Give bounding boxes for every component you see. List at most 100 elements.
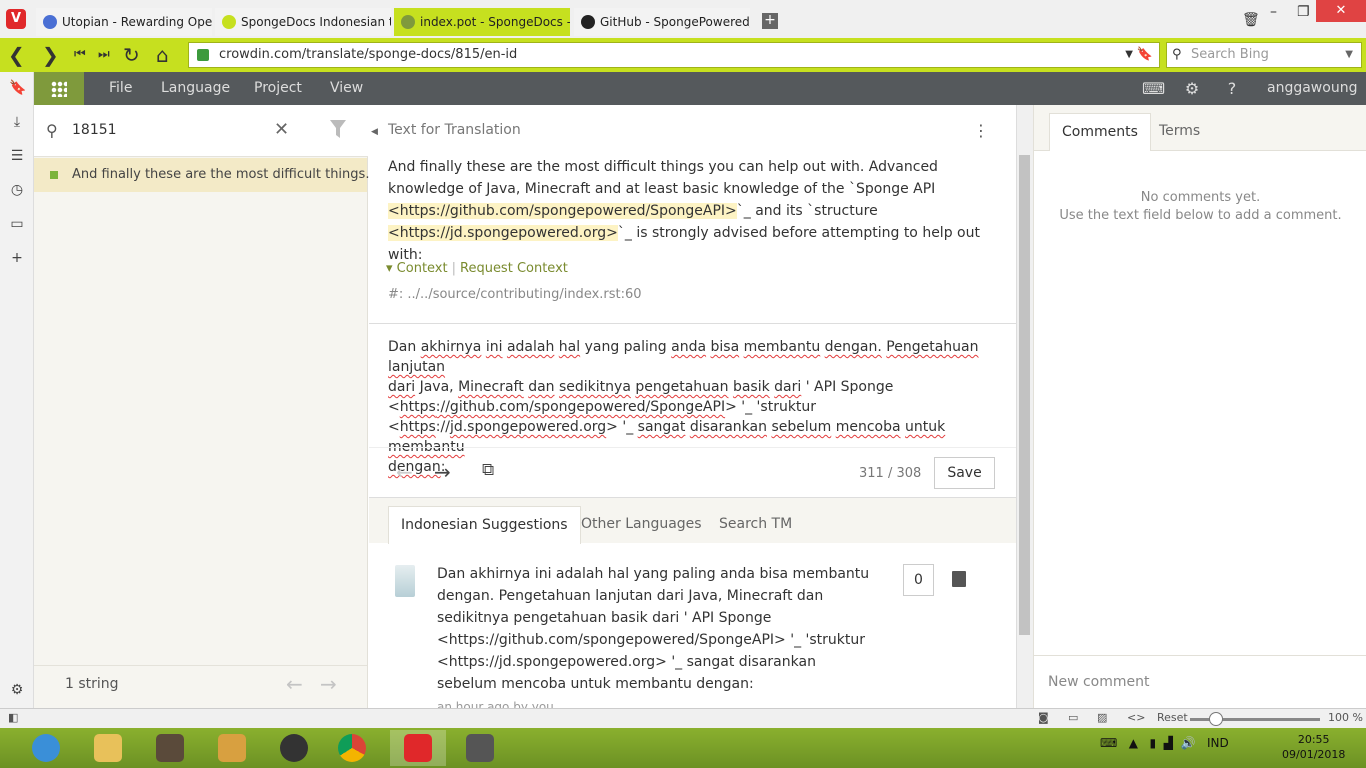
chevron-down-icon[interactable]: ▼	[1345, 43, 1353, 67]
scrollbar-thumb[interactable]	[1019, 155, 1030, 635]
rewind-icon[interactable]: ⏮	[74, 43, 86, 67]
notes-panel-icon[interactable]: ☰	[9, 148, 25, 164]
editor-scrollbar[interactable]	[1016, 105, 1033, 708]
tiling-icon[interactable]: ▭	[1068, 711, 1078, 724]
save-button[interactable]: Save	[934, 457, 995, 489]
tab-search-tm[interactable]: Search TM	[707, 506, 804, 544]
browser-status-bar: ◧ ◙ ▭ ▨ <> Reset 100 %	[0, 708, 1366, 728]
clock-date: 09/01/2018	[1282, 748, 1346, 761]
battery-icon[interactable]: ▮	[1149, 736, 1156, 750]
taskbar-clock[interactable]: 20:55 09/01/2018	[1282, 732, 1345, 762]
comments-panel: Comments Terms No comments yet. Use the …	[1033, 105, 1366, 708]
arrow-left-icon[interactable]: ←	[286, 672, 303, 696]
close-icon[interactable]: ✕	[274, 119, 289, 140]
chrome-taskbar-button[interactable]	[324, 730, 380, 766]
vote-count[interactable]: 0	[903, 564, 934, 596]
keyboard-icon[interactable]: ⌨	[1100, 736, 1117, 750]
collapse-left-icon[interactable]: ◀	[371, 127, 378, 137]
apps-grid-button[interactable]	[34, 72, 84, 105]
trash-icon[interactable]: 🗑	[1242, 12, 1260, 28]
tab-terms[interactable]: Terms	[1147, 113, 1212, 151]
source-text-part: And finally these are the most difficult…	[388, 159, 938, 197]
network-icon[interactable]: ▟	[1164, 736, 1173, 750]
document-app-taskbar-button[interactable]	[142, 730, 198, 766]
keyboard-icon[interactable]: ⌨	[1142, 79, 1165, 99]
settings-gear-icon[interactable]: ⚙	[9, 682, 25, 698]
tab-comments[interactable]: Comments	[1049, 113, 1151, 151]
browser-tab-utopian[interactable]: Utopian - Rewarding Open S	[36, 8, 212, 36]
chevron-up-icon[interactable]: ▲	[1129, 736, 1138, 750]
previous-string-icon[interactable]: ←	[396, 460, 413, 484]
downloads-panel-icon[interactable]: ⤓	[9, 114, 25, 130]
search-engine-field[interactable]: ⚲ Search Bing ▼	[1166, 42, 1362, 68]
browser-tab-index-pot[interactable]: index.pot - SpongeDocs - Cr	[394, 8, 570, 36]
new-tab-button[interactable]: +	[762, 13, 778, 29]
browser-tab-github[interactable]: GitHub - SpongePowered/Sp	[574, 8, 750, 36]
volume-icon[interactable]: 🔊	[1181, 736, 1196, 750]
media-app-taskbar-button[interactable]	[204, 730, 260, 766]
minimize-window-button[interactable]: –	[1270, 4, 1277, 20]
url-text: crowdin.com/translate/sponge-docs/815/en…	[219, 47, 518, 62]
gear-icon[interactable]: ⚙	[1182, 79, 1202, 99]
editor-toolbar: ← → ⧉ 311 / 308 Save	[369, 447, 1016, 497]
tab-indonesian-suggestions[interactable]: Indonesian Suggestions	[388, 506, 581, 544]
code-icon[interactable]: <>	[1127, 711, 1145, 724]
menu-file[interactable]: File	[109, 72, 132, 105]
help-icon[interactable]: ?	[1222, 79, 1242, 99]
menu-view[interactable]: View	[330, 72, 363, 105]
panel-toggle-icon[interactable]: ◧	[8, 711, 18, 724]
crowdin-app-taskbar-button[interactable]	[452, 730, 508, 766]
bookmark-icon[interactable]: 🔖	[1137, 43, 1153, 67]
bookmarks-panel-icon[interactable]: 🔖	[9, 80, 26, 96]
copy-source-icon[interactable]: ⧉	[482, 460, 494, 480]
fast-forward-icon[interactable]: ⏭	[98, 43, 110, 67]
context-toggle[interactable]: Context	[397, 261, 448, 276]
add-panel-icon[interactable]: +	[9, 250, 25, 266]
system-tray: ⌨ ▲ ▮ ▟ 🔊 IND	[1100, 736, 1229, 750]
chevron-down-icon[interactable]: ▼	[1125, 43, 1133, 67]
menu-language[interactable]: Language	[161, 72, 230, 105]
internet-explorer-taskbar-button[interactable]	[18, 730, 74, 766]
suggestion-item[interactable]: Dan akhirnya ini adalah hal yang paling …	[369, 543, 1016, 708]
search-icon: ⚲	[46, 121, 58, 140]
file-explorer-taskbar-button[interactable]	[80, 730, 136, 766]
list-item[interactable]: And finally these are the most difficult…	[34, 158, 378, 192]
new-comment-field[interactable]: New comment	[1034, 655, 1366, 708]
delete-icon[interactable]	[952, 571, 966, 587]
speaker-app-taskbar-button[interactable]	[266, 730, 322, 766]
chrome-icon	[338, 734, 366, 762]
media-icon	[218, 734, 246, 762]
input-language[interactable]: IND	[1207, 736, 1229, 750]
restore-window-button[interactable]: ❐	[1297, 4, 1310, 20]
window-panel-icon[interactable]: ▭	[9, 216, 25, 232]
history-panel-icon[interactable]: ◷	[9, 182, 25, 198]
strings-pagination: 1 string ← →	[34, 665, 367, 708]
close-window-button[interactable]: ✕	[1316, 0, 1366, 22]
camera-icon[interactable]: ◙	[1038, 711, 1049, 724]
document-icon	[156, 734, 184, 762]
zoom-reset-button[interactable]: Reset	[1157, 711, 1188, 724]
menu-project[interactable]: Project	[254, 72, 302, 105]
user-menu[interactable]: anggawoung	[1267, 72, 1357, 105]
images-icon[interactable]: ▨	[1097, 711, 1107, 724]
no-comments-hint: Use the text field below to add a commen…	[1059, 208, 1342, 223]
more-options-icon[interactable]: ⋮	[973, 121, 989, 140]
back-icon[interactable]: ❮	[8, 43, 25, 67]
next-string-icon[interactable]: →	[434, 460, 451, 484]
arrow-right-icon[interactable]: →	[320, 672, 337, 696]
reload-icon[interactable]: ↻	[123, 43, 140, 67]
vivaldi-menu-icon[interactable]: V	[6, 9, 26, 29]
home-icon[interactable]: ⌂	[156, 43, 169, 67]
vivaldi-taskbar-button[interactable]	[390, 730, 446, 766]
browser-tab-spongedocs[interactable]: SpongeDocs Indonesian tran	[215, 8, 391, 36]
tab-other-languages[interactable]: Other Languages	[569, 506, 714, 544]
crowdin-app-icon	[466, 734, 494, 762]
zoom-slider-handle[interactable]	[1209, 712, 1223, 726]
string-search-box[interactable]: ⚲ 18151 ✕	[34, 105, 368, 157]
url-field[interactable]: crowdin.com/translate/sponge-docs/815/en…	[188, 42, 1160, 68]
filter-icon[interactable]	[330, 120, 346, 138]
request-context-link[interactable]: Request Context	[460, 261, 568, 276]
source-label: Text for Translation	[388, 122, 521, 138]
forward-icon[interactable]: ❯	[42, 43, 59, 67]
string-search-input[interactable]: 18151	[72, 122, 117, 138]
